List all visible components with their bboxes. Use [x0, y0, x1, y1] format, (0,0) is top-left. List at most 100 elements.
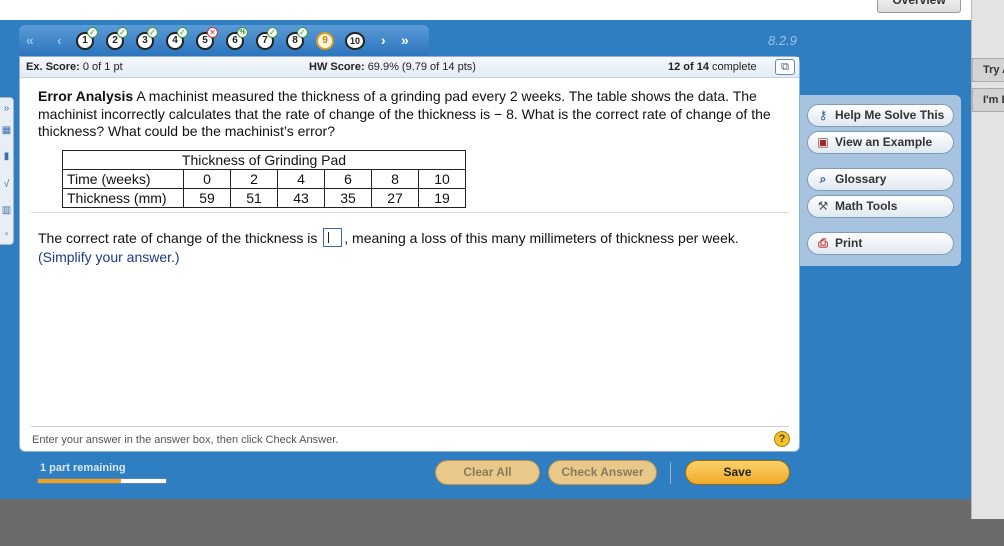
- table-row-header: Time (weeks): [62, 169, 184, 189]
- divider: [31, 426, 789, 427]
- progress-count-suffix: complete: [712, 61, 757, 73]
- table-cell: 6: [324, 169, 372, 189]
- question-number: 1: [82, 35, 88, 46]
- check-mark-icon: ✓: [147, 27, 158, 38]
- help-me-solve-button[interactable]: ⚷ Help Me Solve This: [807, 104, 954, 127]
- divider: [31, 212, 789, 213]
- table-cell: 10: [418, 169, 466, 189]
- answer-line: The correct rate of change of the thickn…: [38, 228, 798, 247]
- check-mark-icon: ✓: [87, 27, 98, 38]
- printer-icon: ⎙: [818, 236, 828, 250]
- try-again-tab[interactable]: Try A: [972, 58, 1004, 82]
- table-row: Thickness (mm) 59 51 43 35 27 19: [62, 188, 466, 208]
- question-number: 8: [292, 35, 298, 46]
- question-1-button[interactable]: 1 ✓: [76, 27, 98, 50]
- binoculars-icon: ▣: [817, 135, 829, 149]
- table-row: Time (weeks) 0 2 4 6 8 10: [62, 169, 466, 189]
- question-8-button[interactable]: 8 ✓: [286, 27, 308, 50]
- check-mark-icon: ✓: [297, 27, 308, 38]
- question-10-button[interactable]: 10: [345, 32, 365, 50]
- question-7-button[interactable]: 7 ✓: [256, 27, 278, 50]
- answer-input[interactable]: [323, 228, 343, 247]
- divider: [670, 462, 671, 484]
- question-9-button[interactable]: 9: [316, 32, 334, 50]
- score-bar: Ex. Score: 0 of 1 pt HW Score: 69.9% (9.…: [20, 57, 799, 78]
- math-tools-button[interactable]: ⚒ Math Tools: [807, 195, 954, 218]
- print-button[interactable]: ⎙ Print: [807, 232, 954, 255]
- question-5-button[interactable]: 5 ✕: [196, 27, 218, 50]
- question-3-button[interactable]: 3 ✓: [136, 27, 158, 50]
- homework-score-value: 69.9% (9.79 of 14 pts): [367, 61, 476, 73]
- check-mark-icon: ✓: [117, 27, 128, 38]
- question-text: Error Analysis A machinist measured the …: [38, 88, 778, 141]
- collapse-icon[interactable]: »: [1, 102, 12, 116]
- answer-hint: Enter your answer in the answer box, the…: [32, 434, 339, 446]
- im-done-tab[interactable]: I'm Do: [972, 88, 1004, 112]
- last-question-icon[interactable]: »: [401, 31, 409, 49]
- question-4-button[interactable]: 4 ✓: [166, 27, 188, 50]
- help-me-solve-label: Help Me Solve This: [835, 108, 945, 122]
- table-cell: 2: [230, 169, 278, 189]
- bar-tool-icon[interactable]: ▮: [1, 150, 12, 164]
- tools-icon: ⚒: [817, 199, 829, 213]
- grid-tool-icon[interactable]: ▦: [1, 124, 12, 138]
- view-example-label: View an Example: [835, 135, 933, 149]
- more-tool-icon[interactable]: ▫: [1, 228, 12, 242]
- question-number: 7: [262, 35, 268, 46]
- table-cell: 27: [371, 188, 419, 208]
- background: [0, 499, 971, 546]
- wrong-mark-icon: ✕: [207, 27, 218, 38]
- previous-question-icon[interactable]: ‹: [57, 31, 62, 49]
- homework-score-label: HW Score:: [309, 61, 365, 73]
- table-cell: 59: [183, 188, 231, 208]
- question-number: 3: [142, 35, 148, 46]
- tools-panel: ⚷ Help Me Solve This ▣ View an Example ⌕…: [800, 95, 961, 266]
- question-number: 2: [112, 35, 118, 46]
- partial-credit-icon: %: [237, 27, 248, 38]
- question-2-button[interactable]: 2 ✓: [106, 27, 128, 50]
- table-row-header: Thickness (mm): [62, 188, 184, 208]
- question-number: 4: [172, 35, 178, 46]
- answer-prompt-before: The correct rate of change of the thickn…: [38, 230, 318, 246]
- question-number: 5: [202, 35, 208, 46]
- exercise-score-label: Ex. Score:: [26, 61, 80, 73]
- check-mark-icon: ✓: [267, 27, 278, 38]
- progress-count: 12 of 14 complete: [668, 61, 757, 73]
- table-cell: 35: [324, 188, 372, 208]
- parts-remaining: 1 part remaining: [40, 462, 126, 474]
- question-6-button[interactable]: 6%: [226, 27, 248, 50]
- table-caption: Thickness of Grinding Pad: [62, 150, 466, 169]
- data-table: Thickness of Grinding Pad Time (weeks) 0…: [62, 150, 466, 208]
- section-label: 8.2.9: [768, 33, 797, 48]
- glossary-label: Glossary: [835, 172, 887, 186]
- print-label: Print: [835, 236, 863, 250]
- math-tools-label: Math Tools: [835, 199, 898, 213]
- glossary-button[interactable]: ⌕ Glossary: [807, 168, 954, 191]
- question-title: Error Analysis: [38, 88, 134, 104]
- sqrt-tool-icon[interactable]: √: [1, 178, 12, 192]
- answer-instruction: (Simplify your answer.): [38, 249, 180, 265]
- answer-prompt-after: , meaning a loss of this many millimeter…: [344, 230, 739, 246]
- table-cell: 51: [230, 188, 278, 208]
- key-icon: ⚷: [818, 108, 828, 122]
- exercise-score-value: 0 of 1 pt: [82, 61, 123, 73]
- first-question-icon[interactable]: «: [26, 31, 34, 49]
- magnifier-book-icon: ⌕: [819, 172, 827, 186]
- check-mark-icon: ✓: [177, 27, 188, 38]
- clear-all-button[interactable]: Clear All: [435, 460, 540, 485]
- right-side-panel: Try A I'm Do: [971, 0, 1004, 519]
- table-cell: 19: [418, 188, 466, 208]
- matrix-tool-icon[interactable]: ▥: [1, 204, 12, 218]
- check-answer-button[interactable]: Check Answer: [548, 460, 657, 485]
- question-panel: Ex. Score: 0 of 1 pt HW Score: 69.9% (9.…: [19, 56, 800, 452]
- parts-progress-fill: [38, 479, 122, 483]
- save-button[interactable]: Save: [685, 460, 790, 485]
- next-question-icon[interactable]: ›: [381, 31, 386, 49]
- help-icon[interactable]: ?: [774, 431, 790, 447]
- view-example-button[interactable]: ▣ View an Example: [807, 131, 954, 154]
- overview-button[interactable]: Overview: [877, 0, 961, 13]
- popout-icon[interactable]: ⧉: [775, 59, 795, 75]
- app-window: Overview » ▦ ▮ √ ▥ ▫ « ‹ 1 ✓ 2 ✓ 3 ✓ 4 ✓ 5 ✕ 6% 7 ✓ 8…: [0, 0, 971, 499]
- table-cell: 0: [183, 169, 231, 189]
- top-strip: [0, 0, 971, 20]
